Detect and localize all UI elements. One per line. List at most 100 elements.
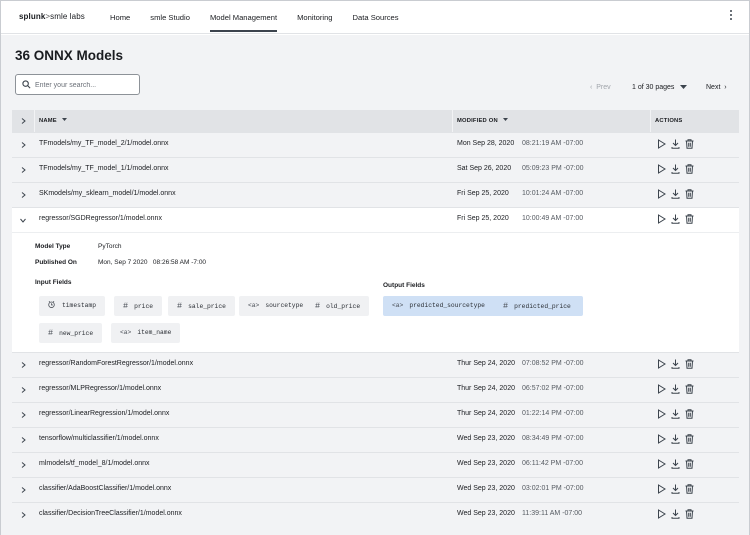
table-header: NAME MODIFIED ON ACTIONS (12, 110, 739, 132)
trash-icon[interactable] (685, 139, 694, 149)
play-icon[interactable] (657, 189, 666, 199)
app-logo[interactable]: splunk>smle labs (19, 12, 85, 21)
string-icon: <a> (392, 302, 404, 309)
clock-icon (48, 300, 55, 308)
more-options-icon[interactable] (729, 10, 733, 22)
download-icon[interactable] (671, 214, 680, 224)
download-icon[interactable] (671, 359, 680, 369)
column-header-name[interactable]: NAME (39, 110, 67, 132)
play-icon[interactable] (657, 509, 666, 519)
model-name: SKmodels/my_sklearn_model/1/model.onnx (39, 190, 176, 197)
download-icon[interactable] (671, 189, 680, 199)
modified-date: Thur Sep 24, 2020 (457, 360, 515, 367)
modified-time: 06:11:42 PM -07:00 (522, 460, 583, 467)
trash-icon[interactable] (685, 214, 694, 224)
pager-next-button[interactable]: Next › (706, 83, 727, 93)
chevron-down-icon[interactable] (20, 218, 26, 223)
table-row[interactable]: TFmodels/my_TF_model_1/1/model.onnx Sat … (12, 157, 739, 182)
trash-icon[interactable] (685, 359, 694, 369)
model-name: mlmodels/tf_model_8/1/model.onnx (39, 460, 150, 467)
table-row[interactable]: SKmodels/my_sklearn_model/1/model.onnx F… (12, 182, 739, 207)
table-row[interactable]: tensorflow/multiclassifier/1/model.onnx … (12, 427, 739, 452)
table-row-expanded[interactable]: regressor/SGDRegressor/1/model.onnx Fri … (12, 207, 739, 232)
string-icon: <a> (248, 302, 260, 309)
modified-time: 11:39:11 AM -07:00 (522, 510, 583, 517)
main-nav: Home smle Studio Model Management Monito… (100, 1, 409, 33)
model-name: tensorflow/multiclassifier/1/model.onnx (39, 435, 159, 442)
row-actions (657, 409, 694, 419)
download-icon[interactable] (671, 459, 680, 469)
download-icon[interactable] (671, 409, 680, 419)
play-icon[interactable] (657, 384, 666, 394)
table-row[interactable]: TFmodels/my_TF_model_2/1/model.onnx Mon … (12, 132, 739, 157)
row-actions (657, 139, 694, 149)
nav-model-management[interactable]: Model Management (200, 1, 287, 33)
modified-time: 08:34:49 PM -07:00 (522, 435, 584, 442)
trash-icon[interactable] (685, 189, 694, 199)
play-icon[interactable] (657, 459, 666, 469)
chevron-right-icon[interactable] (21, 487, 26, 493)
play-icon[interactable] (657, 164, 666, 174)
page-select[interactable]: 1 of 30 pages (632, 83, 688, 93)
play-icon[interactable] (657, 359, 666, 369)
chevron-right-icon[interactable] (21, 362, 26, 368)
search-input[interactable] (35, 78, 135, 92)
download-icon[interactable] (671, 384, 680, 394)
modified-date: Fri Sep 25, 2020 (457, 190, 509, 197)
model-name: regressor/MLPRegressor/1/model.onnx (39, 385, 162, 392)
modified-time: 01:22:14 PM -07:00 (522, 410, 584, 417)
nav-home[interactable]: Home (100, 1, 140, 33)
caret-down-icon (680, 84, 688, 89)
play-icon[interactable] (657, 214, 666, 224)
table-row[interactable]: regressor/RandomForestRegressor/1/model.… (12, 352, 739, 377)
trash-icon[interactable] (685, 459, 694, 469)
table-row[interactable]: classifier/DecisionTreeClassifier/1/mode… (12, 502, 739, 527)
trash-icon[interactable] (685, 409, 694, 419)
table-row[interactable]: regressor/LinearRegression/1/model.onnx … (12, 402, 739, 427)
trash-icon[interactable] (685, 434, 694, 444)
hash-icon: # (123, 301, 129, 311)
search-icon (22, 80, 31, 89)
nav-monitoring[interactable]: Monitoring (287, 1, 342, 33)
hash-icon: # (503, 301, 509, 311)
row-actions (657, 434, 694, 444)
chevron-right-icon[interactable] (21, 512, 26, 518)
trash-icon[interactable] (685, 164, 694, 174)
nav-data-sources[interactable]: Data Sources (343, 1, 409, 33)
model-name: regressor/RandomForestRegressor/1/model.… (39, 360, 194, 367)
trash-icon[interactable] (685, 384, 694, 394)
chevron-right-icon: › (724, 84, 727, 91)
published-on-value: Mon, Sep 7 2020 08:26:58 AM -7:00 (98, 259, 207, 266)
download-icon[interactable] (671, 509, 680, 519)
trash-icon[interactable] (685, 484, 694, 494)
chevron-right-icon[interactable] (21, 437, 26, 443)
app-window: splunk>smle labs Home smle Studio Model … (0, 0, 750, 535)
string-icon: <a> (120, 329, 132, 336)
download-icon[interactable] (671, 164, 680, 174)
table-row[interactable]: regressor/MLPRegressor/1/model.onnx Thur… (12, 377, 739, 402)
trash-icon[interactable] (685, 509, 694, 519)
chevron-right-icon[interactable] (21, 462, 26, 468)
chevron-right-icon[interactable] (21, 167, 26, 173)
input-field-chip: <a> item_name (111, 323, 181, 343)
chevron-right-icon[interactable] (21, 192, 26, 198)
table-row[interactable]: mlmodels/tf_model_8/1/model.onnx Wed Sep… (12, 452, 739, 477)
play-icon[interactable] (657, 434, 666, 444)
column-header-modified[interactable]: MODIFIED ON (457, 110, 508, 132)
models-table: NAME MODIFIED ON ACTIONS TFmodels/my_TF_… (12, 110, 739, 527)
play-icon[interactable] (657, 484, 666, 494)
play-icon[interactable] (657, 139, 666, 149)
table-row[interactable]: classifier/AdaBoostClassifier/1/model.on… (12, 477, 739, 502)
download-icon[interactable] (671, 139, 680, 149)
chevron-right-icon[interactable] (21, 142, 26, 148)
download-icon[interactable] (671, 484, 680, 494)
modified-date: Mon Sep 28, 2020 (457, 140, 515, 147)
play-icon[interactable] (657, 409, 666, 419)
chevron-right-icon[interactable] (21, 412, 26, 418)
pager-prev-button[interactable]: ‹ Prev (590, 83, 611, 93)
nav-smle-studio[interactable]: smle Studio (140, 1, 200, 33)
expand-all-chevron-icon[interactable] (21, 118, 26, 124)
page-title: 36 ONNX Models (15, 48, 124, 63)
download-icon[interactable] (671, 434, 680, 444)
chevron-right-icon[interactable] (21, 387, 26, 393)
